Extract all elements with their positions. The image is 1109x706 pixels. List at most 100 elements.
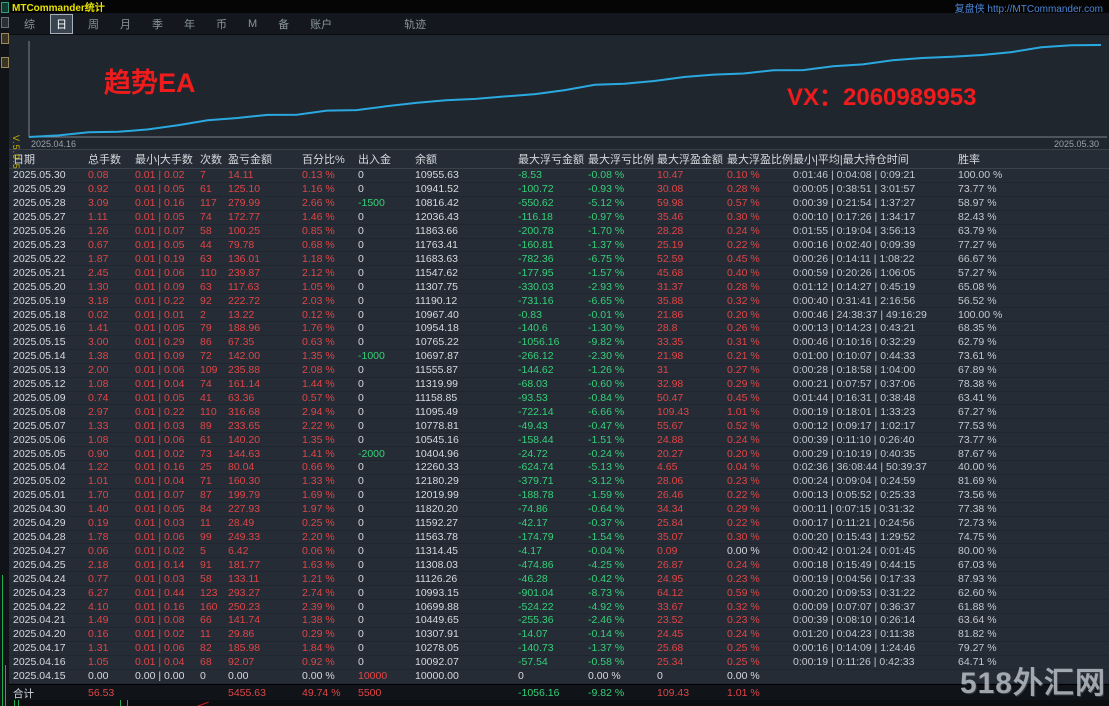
cell-total-lots: 0.19 (88, 517, 109, 530)
table-row[interactable]: 2025.04.22 4.10 0.01 | 0.16 160 250.23 2.39 %… (9, 600, 1109, 614)
strip-icon-3[interactable] (1, 33, 9, 44)
strip-icon-2[interactable] (1, 17, 9, 28)
table-row[interactable]: 2025.05.15 3.00 0.01 | 0.29 86 67.35 0.63 % 0 1… (9, 336, 1109, 350)
menu-item-M[interactable]: M (242, 16, 263, 32)
table-row[interactable]: 2025.04.24 0.77 0.01 | 0.03 58 133.11 1.21 % 0… (9, 572, 1109, 587)
cell-trades: 73 (200, 447, 212, 460)
cell-hold-time: 0:00:29 | 0:10:19 | 0:40:35 (793, 447, 916, 460)
menu-item-备[interactable]: 备 (272, 14, 295, 34)
table-row[interactable]: 2025.05.09 0.74 0.01 | 0.05 41 63.36 0.57 % 0 1… (9, 392, 1109, 406)
title-bar: MTCommander统计 复盘侠 http://MTCommander.com (9, 0, 1109, 15)
cell-balance: 10697.87 (415, 350, 459, 363)
menu-item-综[interactable]: 综 (18, 14, 41, 34)
cell-max-float-loss: -624.74 (518, 461, 554, 474)
header-profit[interactable]: 盈亏金额 (228, 151, 302, 167)
header-max-float-loss[interactable]: 最大浮亏金额 (518, 151, 588, 167)
header-max-float-loss-pct[interactable]: 最大浮亏比例 (588, 151, 657, 167)
table-row[interactable]: 2025.05.18 0.02 0.01 | 0.01 2 13.22 0.12 % 0 10… (9, 308, 1109, 322)
menu-item-日[interactable]: 日 (50, 13, 73, 34)
table-row[interactable]: 2025.05.29 0.92 0.01 | 0.05 61 125.10 1.16 % 0… (9, 183, 1109, 197)
website-link[interactable]: 复盘侠 http://MTCommander.com (955, 0, 1103, 15)
table-row[interactable]: 2025.05.20 1.30 0.01 | 0.09 63 117.63 1.05 % 0… (9, 280, 1109, 295)
table-row[interactable]: 2025.05.19 3.18 0.01 | 0.22 92 222.72 2.03 % 0… (9, 294, 1109, 309)
menu-item-季[interactable]: 季 (146, 14, 169, 34)
table-row[interactable]: 2025.05.05 0.90 0.01 | 0.02 73 144.63 1.41 % -… (9, 447, 1109, 462)
header-min-max-lots[interactable]: 最小|大手数 (135, 151, 200, 167)
cell-max-float-loss: -901.04 (518, 586, 554, 599)
header-win-rate[interactable]: 胜率 (958, 151, 1109, 167)
table-row[interactable]: 2025.04.17 1.31 0.01 | 0.06 82 185.98 1.84 % 0… (9, 642, 1109, 656)
table-row[interactable]: 2025.05.01 1.70 0.01 | 0.07 87 199.79 1.69 % 0… (9, 489, 1109, 503)
menu-item-账户[interactable]: 账户 (304, 14, 338, 34)
table-row[interactable]: 2025.05.30 0.08 0.01 | 0.02 7 14.11 0.13 % 0 10… (9, 169, 1109, 183)
table-row[interactable]: 2025.04.21 1.49 0.01 | 0.08 66 141.74 1.38 % 0… (9, 614, 1109, 628)
table-row[interactable]: 2025.05.16 1.41 0.01 | 0.05 79 188.96 1.76 % 0… (9, 322, 1109, 336)
cell-date: 2025.05.16 (13, 322, 66, 335)
table-row[interactable]: 2025.05.13 2.00 0.01 | 0.06 109 235.88 2.08 %… (9, 364, 1109, 378)
cell-win-rate: 77.53 % (958, 419, 997, 432)
header-balance[interactable]: 余额 (415, 151, 518, 167)
header-max-float-profit[interactable]: 最大浮盈金额 (657, 151, 727, 167)
header-percent[interactable]: 百分比% (302, 151, 358, 167)
menu-item-月[interactable]: 月 (114, 14, 137, 34)
table-row[interactable]: 2025.04.23 6.27 0.01 | 0.44 123 293.27 2.74 %… (9, 586, 1109, 601)
table-row[interactable]: 2025.05.27 1.11 0.01 | 0.05 74 172.77 1.46 % 0… (9, 211, 1109, 225)
cell-max-float-profit: 26.46 (657, 489, 684, 502)
cell-profit: 172.77 (228, 211, 261, 224)
header-trades[interactable]: 次数 (200, 151, 228, 167)
table-row[interactable]: 2025.05.28 3.09 0.01 | 0.16 117 279.99 2.66 %… (9, 197, 1109, 211)
cell-max-float-loss: -379.71 (518, 475, 554, 488)
header-hold-time[interactable]: 最小|平均|最大持仓时间 (793, 151, 958, 167)
table-row[interactable]: 2025.05.21 2.45 0.01 | 0.06 110 239.87 2.12 %… (9, 266, 1109, 281)
table-row[interactable]: 2025.05.02 1.01 0.01 | 0.04 71 160.30 1.33 % 0… (9, 475, 1109, 489)
table-row[interactable]: 2025.04.20 0.16 0.01 | 0.02 11 29.86 0.29 % 0 1… (9, 628, 1109, 642)
table-row[interactable]: 2025.05.26 1.26 0.01 | 0.07 58 100.25 0.85 % 0… (9, 225, 1109, 239)
cell-total-lots: 2.00 (88, 364, 109, 377)
cell-max-float-profit-pct: 0.31 % (727, 336, 760, 349)
cell-min-max-lots: 0.01 | 0.02 (135, 628, 185, 641)
cell-max-float-profit-pct: 0.45 % (727, 252, 760, 265)
strip-icon-4[interactable] (1, 57, 9, 68)
cell-total-lots: 1.38 (88, 350, 109, 363)
strip-icon-1[interactable] (1, 2, 9, 13)
cell-balance: 11763.41 (415, 238, 459, 251)
menu-item-周[interactable]: 周 (82, 14, 105, 34)
table-row[interactable]: 2025.05.06 1.08 0.01 | 0.06 61 140.20 1.35 % 0… (9, 433, 1109, 448)
header-max-float-profit-pct[interactable]: 最大浮盈比例 (727, 151, 793, 167)
header-deposit-withdraw[interactable]: 出入金 (358, 151, 415, 167)
table-row[interactable]: 2025.05.23 0.67 0.01 | 0.05 44 79.78 0.68 % 0 1… (9, 239, 1109, 253)
cell-max-float-profit-pct: 1.01 % (727, 405, 760, 418)
table-row[interactable]: 2025.04.30 1.40 0.01 | 0.05 84 227.93 1.97 % 0… (9, 503, 1109, 517)
cell-balance: 10778.81 (415, 419, 459, 432)
table-row[interactable]: 2025.05.12 1.08 0.01 | 0.04 74 161.14 1.44 % 0… (9, 378, 1109, 392)
header-date[interactable]: 日期 (13, 151, 88, 167)
cell-date: 2025.05.18 (13, 308, 66, 321)
cell-total-lots: 3.00 (88, 336, 109, 349)
table-row[interactable]: 2025.04.15 0.00 0.00 | 0.00 0 0.00 0.00 % 1000… (9, 670, 1109, 684)
table-row[interactable]: 2025.04.29 0.19 0.01 | 0.03 11 28.49 0.25 % 0 1… (9, 517, 1109, 531)
header-total-lots[interactable]: 总手数 (88, 151, 135, 167)
cell-balance: 11308.03 (415, 558, 459, 571)
table-row[interactable]: 2025.05.04 1.22 0.01 | 0.16 25 80.04 0.66 % 0 1… (9, 461, 1109, 475)
cell-percent: 0.57 % (302, 391, 335, 404)
menu-item-轨迹[interactable]: 轨迹 (398, 14, 432, 34)
cell-max-float-loss: -524.22 (518, 600, 554, 613)
menu-item-币[interactable]: 币 (210, 14, 233, 34)
table-row[interactable]: 2025.04.28 1.78 0.01 | 0.06 99 249.33 2.20 % 0… (9, 531, 1109, 545)
cell-date: 2025.05.12 (13, 378, 66, 391)
table-row[interactable]: 2025.05.22 1.87 0.01 | 0.19 63 136.01 1.18 % 0… (9, 252, 1109, 267)
cell-percent: 0.29 % (302, 628, 335, 641)
table-row[interactable]: 2025.05.14 1.38 0.01 | 0.09 72 142.00 1.35 % -… (9, 350, 1109, 364)
table-row[interactable]: 2025.04.25 2.18 0.01 | 0.14 91 181.77 1.63 % 0… (9, 558, 1109, 573)
cell-total-lots: 1.31 (88, 642, 109, 655)
annotation-trend-ea: 趋势EA (104, 68, 196, 98)
table-row[interactable]: 2025.04.16 1.05 0.01 | 0.04 68 92.07 0.92 % 0 1… (9, 656, 1109, 670)
menu-item-年[interactable]: 年 (178, 14, 201, 34)
cell-total-lots: 1.33 (88, 419, 109, 432)
table-row[interactable]: 2025.05.07 1.33 0.01 | 0.03 89 233.65 2.22 % 0… (9, 419, 1109, 434)
cell-min-max-lots: 0.01 | 0.16 (135, 461, 185, 474)
cell-date: 2025.05.20 (13, 280, 66, 293)
background-chart-line (5, 665, 6, 706)
table-row[interactable]: 2025.04.27 0.06 0.01 | 0.02 5 6.42 0.06 % 0 113… (9, 544, 1109, 559)
table-row[interactable]: 2025.05.08 2.97 0.01 | 0.22 110 316.68 2.94 %… (9, 405, 1109, 420)
